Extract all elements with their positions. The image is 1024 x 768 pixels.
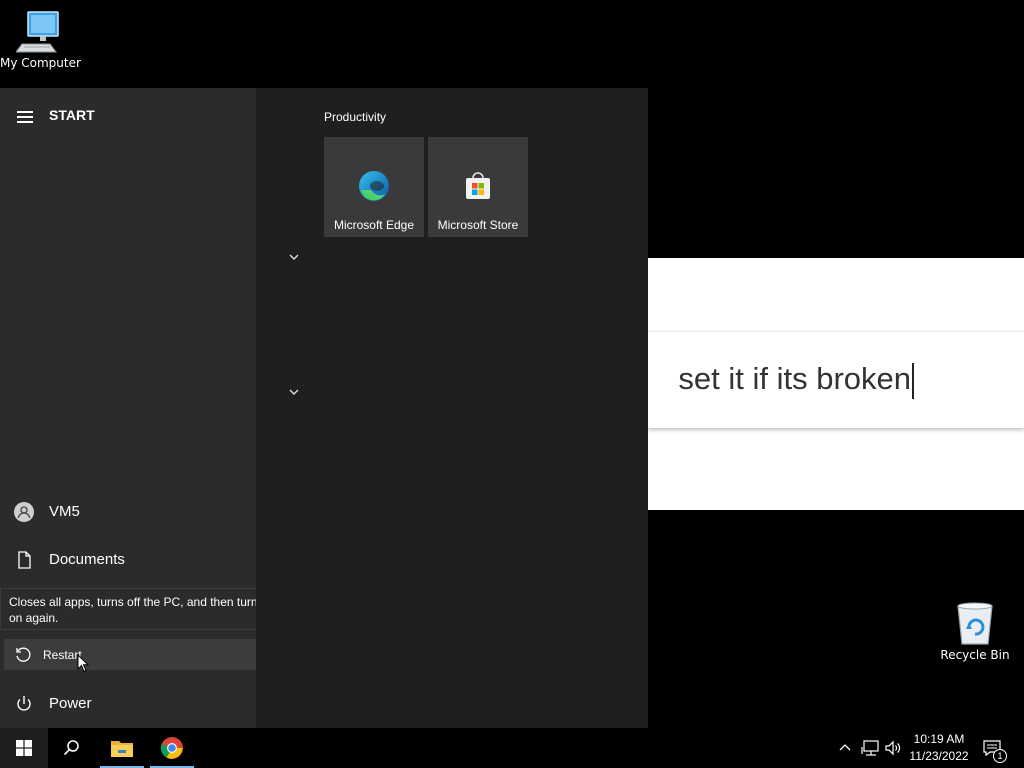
tile-label: Microsoft Edge bbox=[333, 218, 415, 232]
search-input[interactable]: set it if its broken bbox=[678, 361, 914, 399]
taskbar-file-explorer[interactable] bbox=[98, 728, 146, 768]
tile-label: Microsoft Store bbox=[437, 218, 519, 232]
hamburger-menu-icon[interactable] bbox=[17, 111, 33, 123]
taskbar-search-button[interactable] bbox=[48, 728, 96, 768]
tile-microsoft-store[interactable]: Microsoft Store bbox=[428, 137, 528, 237]
search-icon bbox=[63, 740, 79, 756]
restart-menu-item[interactable]: Restart bbox=[4, 639, 256, 670]
chevron-down-icon[interactable] bbox=[288, 386, 300, 398]
background-window: set it if its broken bbox=[648, 258, 1024, 510]
tile-group-label: Productivity bbox=[324, 110, 387, 124]
edge-icon bbox=[359, 171, 389, 201]
desktop-icon-recycle-bin[interactable]: Recycle Bin bbox=[940, 602, 1010, 662]
network-icon[interactable] bbox=[861, 739, 881, 757]
clock-time: 10:19 AM bbox=[913, 732, 965, 746]
start-button[interactable] bbox=[0, 728, 48, 768]
chevron-down-icon[interactable] bbox=[288, 251, 300, 263]
text-caret bbox=[912, 362, 914, 399]
power-icon bbox=[17, 696, 31, 711]
nav-item-label: Power bbox=[49, 695, 92, 712]
restart-icon bbox=[16, 647, 31, 662]
file-explorer-icon bbox=[111, 741, 133, 757]
start-title: START bbox=[49, 107, 95, 123]
mouse-cursor-icon bbox=[77, 654, 89, 673]
taskbar: 10:19 AM 11/23/2022 1 bbox=[0, 728, 1024, 768]
start-menu-left-pane: START VM5 Documents Power bbox=[0, 88, 256, 728]
search-bar[interactable]: set it if its broken bbox=[648, 332, 1024, 428]
search-text: set it if its broken bbox=[678, 361, 911, 396]
taskbar-chrome[interactable] bbox=[148, 728, 196, 768]
desktop-icon-my-computer[interactable]: My Computer bbox=[0, 10, 81, 70]
user-avatar-icon bbox=[14, 502, 34, 522]
notification-count-badge: 1 bbox=[993, 749, 1007, 763]
nav-item-documents[interactable]: Documents bbox=[0, 540, 256, 580]
nav-item-label: Documents bbox=[49, 551, 125, 568]
chrome-icon bbox=[160, 737, 183, 759]
computer-icon bbox=[16, 11, 59, 53]
restart-label: Restart bbox=[43, 648, 82, 662]
nav-item-user[interactable]: VM5 bbox=[0, 492, 256, 532]
start-menu-tiles-pane: Productivity Microsoft Edge Microsoft St… bbox=[256, 88, 648, 728]
chevron-up-icon[interactable] bbox=[838, 740, 852, 756]
store-icon bbox=[466, 172, 490, 199]
recycle-bin-icon bbox=[957, 602, 993, 645]
nav-item-label: VM5 bbox=[49, 503, 80, 520]
restart-tooltip: Closes all apps, turns off the PC, and t… bbox=[0, 588, 286, 630]
windows-logo-icon bbox=[16, 740, 32, 756]
tile-microsoft-edge[interactable]: Microsoft Edge bbox=[324, 137, 424, 237]
nav-item-power[interactable]: Power bbox=[0, 684, 256, 724]
clock-date: 11/23/2022 bbox=[909, 749, 969, 763]
document-icon bbox=[18, 551, 31, 569]
desktop-icon-label: Recycle Bin bbox=[940, 648, 1010, 662]
taskbar-clock[interactable]: 10:19 AM 11/23/2022 bbox=[904, 731, 974, 765]
volume-icon[interactable] bbox=[884, 739, 902, 757]
desktop-icon-label: My Computer bbox=[0, 56, 81, 70]
